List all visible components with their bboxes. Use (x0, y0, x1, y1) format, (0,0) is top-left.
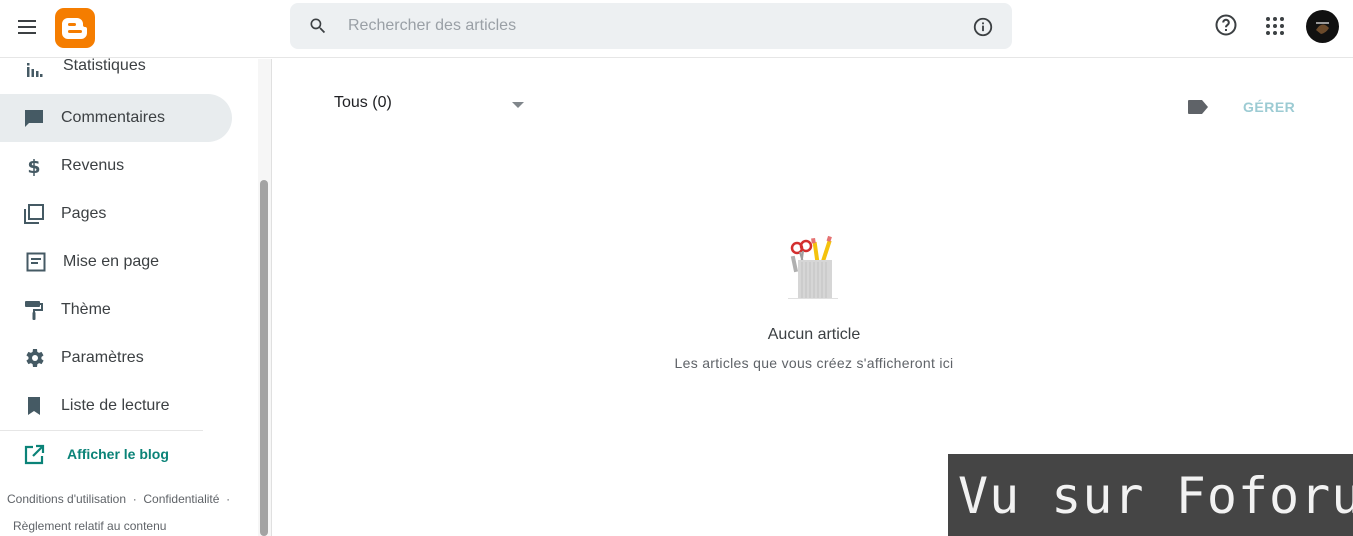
help-icon[interactable] (1214, 13, 1238, 37)
sidebar-nav: Statistiques Commentaires $ Revenus Page… (0, 57, 258, 536)
comment-icon (25, 110, 43, 127)
bookmark-icon (28, 397, 40, 415)
filter-selected-value: Tous (0) (334, 94, 392, 111)
footer-links: Conditions d'utilisation · Confidentiali… (7, 486, 247, 536)
terms-link[interactable]: Conditions d'utilisation (7, 492, 126, 506)
svg-text:$: $ (27, 156, 40, 178)
manage-button[interactable]: GÉRER (1243, 99, 1295, 115)
sidebar-item-label: Thème (61, 301, 111, 318)
pages-icon (24, 204, 44, 224)
sidebar-item-reading-list[interactable]: Liste de lecture (0, 382, 232, 430)
empty-state-title: Aucun article (767, 326, 861, 343)
content-policy-link[interactable]: Règlement relatif au contenu (13, 519, 166, 533)
open-in-new-icon (24, 444, 45, 465)
sidebar-item-stats[interactable]: Statistiques (0, 46, 232, 94)
sidebar-item-earnings[interactable]: $ Revenus (0, 142, 232, 190)
sidebar-item-label: Revenus (61, 157, 125, 174)
info-icon[interactable] (972, 16, 994, 38)
blogger-logo-icon[interactable] (55, 8, 95, 48)
posts-filter-dropdown[interactable]: Tous (0) (334, 94, 534, 118)
sidebar-item-label: Pages (61, 205, 107, 222)
apps-grid-icon[interactable] (1265, 16, 1285, 36)
gear-icon (26, 349, 44, 367)
watermark-text: Vu sur Foforum (958, 467, 1353, 525)
sidebar-item-pages[interactable]: Pages (0, 190, 232, 238)
footer-separator: · (226, 492, 231, 506)
footer-separator: · (132, 492, 137, 506)
sidebar-item-comments[interactable]: Commentaires (0, 94, 232, 142)
account-avatar[interactable] (1306, 10, 1339, 43)
sidebar-item-label: Statistiques (63, 57, 146, 74)
sidebar-scrollbar-thumb[interactable] (260, 180, 268, 536)
empty-state-subtitle: Les articles que vous créez s'afficheron… (674, 355, 954, 371)
menu-icon[interactable] (14, 14, 40, 40)
sidebar-divider (0, 430, 203, 431)
search-bar (290, 3, 1012, 49)
search-input[interactable] (348, 3, 948, 49)
label-tag-icon[interactable] (1187, 99, 1209, 115)
sidebar-item-label: Paramètres (61, 349, 144, 366)
sidebar-item-layout[interactable]: Mise en page (0, 238, 232, 286)
view-blog-label: Afficher le blog (67, 446, 169, 462)
view-blog-link[interactable]: Afficher le blog (0, 432, 232, 476)
pencil-cup-illustration-icon (788, 235, 838, 299)
paint-roller-icon (25, 301, 43, 320)
caret-down-icon (512, 102, 524, 108)
bar-chart-icon (27, 63, 43, 77)
watermark-banner: Vu sur Foforum (948, 454, 1353, 536)
dollar-icon: $ (27, 156, 40, 178)
sidebar-item-label: Commentaires (61, 109, 166, 126)
sidebar-item-label: Liste de lecture (61, 397, 170, 414)
content-divider (271, 59, 272, 536)
sidebar-item-theme[interactable]: Thème (0, 286, 232, 334)
sidebar-item-label: Mise en page (63, 253, 160, 270)
sidebar-item-settings[interactable]: Paramètres (0, 334, 232, 382)
layout-icon (26, 252, 46, 272)
search-icon[interactable] (308, 16, 328, 36)
privacy-link[interactable]: Confidentialité (143, 492, 219, 506)
